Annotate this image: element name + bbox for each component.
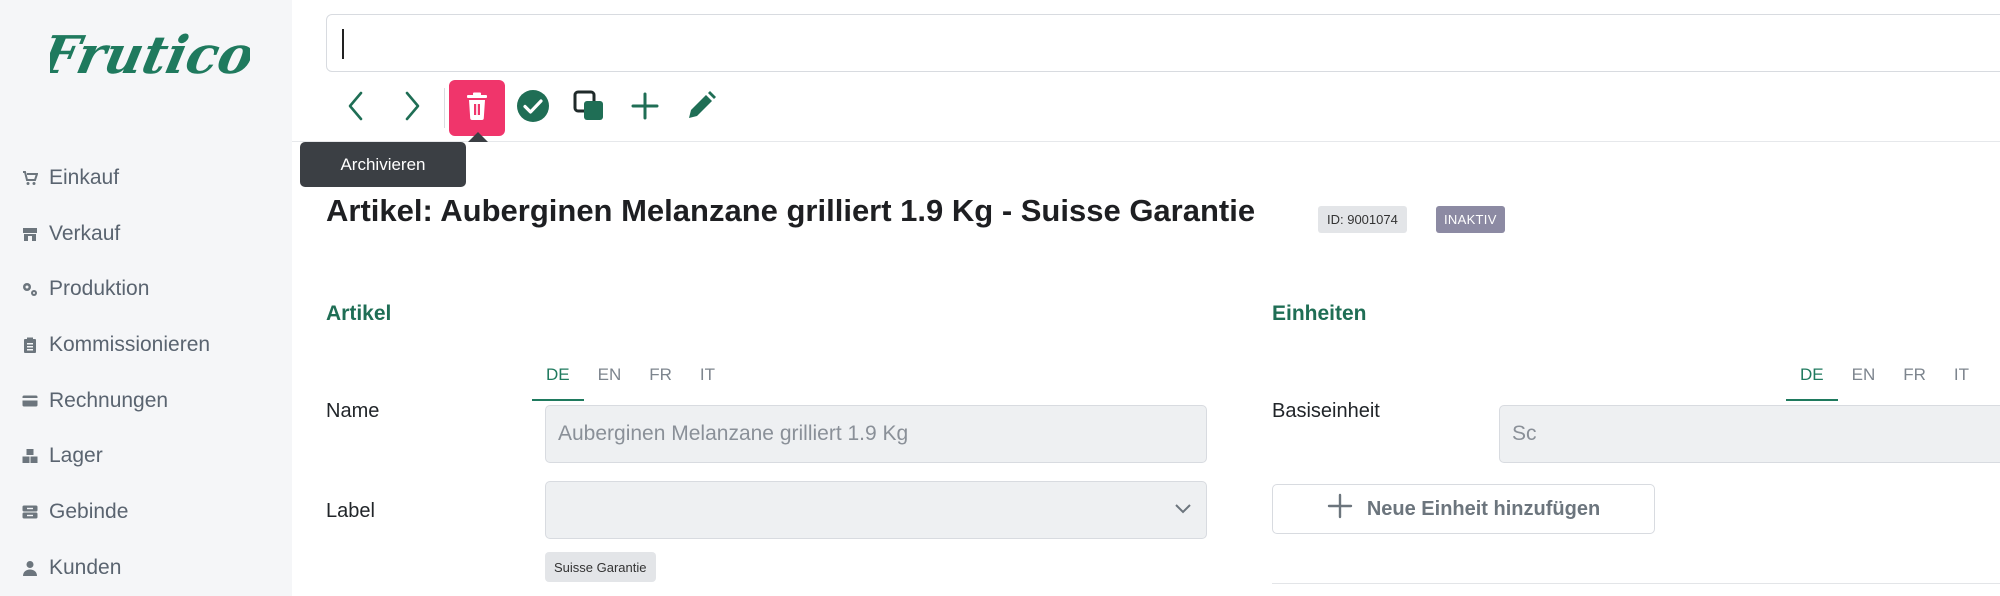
archive-button[interactable] xyxy=(449,80,505,136)
add-button[interactable] xyxy=(617,80,673,136)
sidebar-item-gebinde[interactable]: Gebinde xyxy=(22,484,210,540)
sidebar-item-label: Rechnungen xyxy=(49,388,169,412)
sidebar-item-rechnungen[interactable]: Rechnungen xyxy=(22,373,210,429)
boxes-icon xyxy=(22,448,38,464)
store-icon xyxy=(22,226,38,242)
previous-button[interactable] xyxy=(328,80,384,136)
id-badge: ID: 9001074 xyxy=(1318,206,1407,233)
next-button[interactable] xyxy=(384,80,440,136)
tab-lang-fr[interactable]: FR xyxy=(635,365,686,401)
plus-icon xyxy=(1327,493,1353,525)
sidebar-item-label: Verkauf xyxy=(49,221,121,245)
text-caret xyxy=(342,29,344,59)
archive-tooltip: Archivieren xyxy=(300,132,488,187)
chevron-down-icon xyxy=(1174,502,1192,520)
sidebar-item-label: Lager xyxy=(49,444,103,468)
plus-icon xyxy=(631,92,659,125)
gears-icon xyxy=(22,281,38,297)
section-divider xyxy=(1272,583,2000,584)
sidebar-nav: Einkauf Verkauf Produktion Kommissionier… xyxy=(22,150,210,596)
edit-button[interactable] xyxy=(673,80,729,136)
name-field-value: Auberginen Melanzane grilliert 1.9 Kg xyxy=(558,422,909,445)
chevron-right-icon xyxy=(401,90,423,127)
brand-logo[interactable]: Frutico xyxy=(34,18,260,103)
svg-text:Frutico: Frutico xyxy=(50,26,250,86)
container-icon xyxy=(22,504,38,520)
sidebar-item-produktion[interactable]: Produktion xyxy=(22,261,210,317)
label-chip[interactable]: Suisse Garantie xyxy=(545,552,656,582)
einheiten-section-heading: Einheiten xyxy=(1272,302,1367,325)
credit-card-icon xyxy=(22,393,38,409)
name-label: Name xyxy=(326,400,380,422)
add-unit-button[interactable]: Neue Einheit hinzufügen xyxy=(1272,484,1655,534)
cart-icon xyxy=(22,170,38,186)
base-unit-label: Basiseinheit xyxy=(1272,400,1380,422)
sidebar-item-kommissionieren[interactable]: Kommissionieren xyxy=(22,317,210,373)
main-content: Archivieren Artikel: Auberginen Melanzan… xyxy=(292,0,2000,596)
confirm-button[interactable] xyxy=(505,80,561,136)
toolbar-divider xyxy=(444,88,445,128)
trash-icon xyxy=(465,92,489,125)
sidebar-item-einkauf[interactable]: Einkauf xyxy=(22,150,210,206)
sidebar-item-label: Produktion xyxy=(49,277,150,301)
duplicate-button[interactable] xyxy=(561,80,617,136)
sidebar-item-label: Gebinde xyxy=(49,499,129,523)
tab-lang-en[interactable]: EN xyxy=(1838,365,1890,401)
tab-lang-de[interactable]: DE xyxy=(1786,365,1838,401)
clipboard-icon xyxy=(22,337,38,353)
tab-lang-it[interactable]: IT xyxy=(1940,365,1983,401)
label-select[interactable] xyxy=(545,481,1207,539)
tab-lang-it[interactable]: IT xyxy=(686,365,729,401)
chevron-left-icon xyxy=(345,90,367,127)
sidebar: Frutico Einkauf Verkauf Produktion Kommi… xyxy=(0,0,292,596)
einheiten-language-tab-row: DE EN FR IT xyxy=(1786,365,1983,401)
sidebar-item-label: Einkauf xyxy=(49,165,120,189)
check-circle-icon xyxy=(516,89,550,128)
tab-lang-en[interactable]: EN xyxy=(584,365,636,401)
artikel-section-heading: Artikel xyxy=(326,302,392,325)
name-field[interactable]: Auberginen Melanzane grilliert 1.9 Kg xyxy=(545,405,1207,463)
tab-lang-de[interactable]: DE xyxy=(532,365,584,401)
search-input[interactable] xyxy=(326,14,2000,72)
sidebar-item-lager[interactable]: Lager xyxy=(22,428,210,484)
page-title: Artikel: Auberginen Melanzane grilliert … xyxy=(326,193,1256,228)
user-icon xyxy=(22,560,38,576)
artikel-language-tabs: DE EN FR IT xyxy=(532,365,729,401)
base-unit-value: Sc xyxy=(1512,422,1537,445)
sidebar-item-verkauf[interactable]: Verkauf xyxy=(22,206,210,262)
add-unit-label: Neue Einheit hinzufügen xyxy=(1366,497,1601,520)
top-bar: Archivieren xyxy=(292,0,2000,187)
tab-lang-fr[interactable]: FR xyxy=(1889,365,1940,401)
base-unit-field[interactable]: Sc xyxy=(1499,405,2000,463)
sidebar-item-kunden[interactable]: Kunden xyxy=(22,540,210,596)
clone-icon xyxy=(573,90,605,127)
sidebar-item-label: Kunden xyxy=(49,555,122,579)
sidebar-item-label: Kommissionieren xyxy=(49,332,211,356)
status-badge: INAKTIV xyxy=(1436,206,1505,233)
pencil-icon xyxy=(685,90,717,127)
label-label: Label xyxy=(326,500,375,522)
toolbar xyxy=(328,80,729,136)
